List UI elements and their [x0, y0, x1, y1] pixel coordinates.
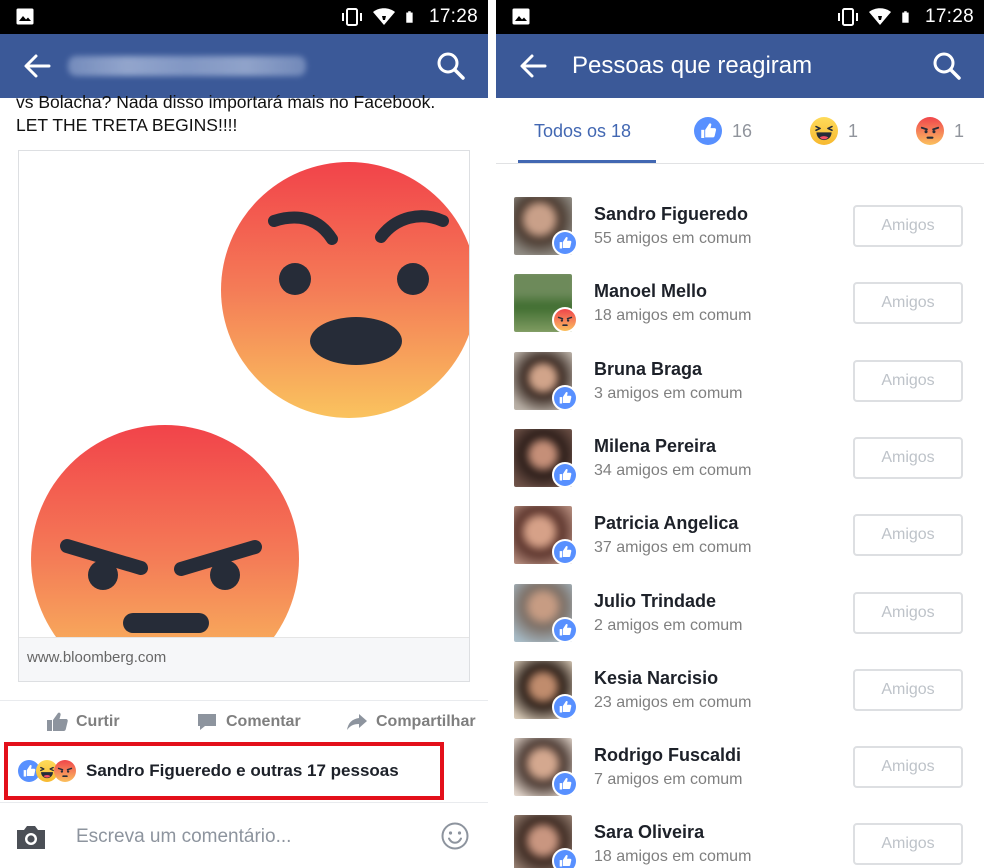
tab-haha[interactable]: 1: [810, 98, 858, 164]
person-row[interactable]: Patricia Angelica 37 amigos em comum Amigo…: [496, 473, 984, 566]
active-tab-indicator: [518, 160, 656, 163]
person-name[interactable]: Kesia Narcisio: [594, 668, 718, 689]
emoji-picker-icon[interactable]: [440, 821, 470, 851]
tab-all[interactable]: Todos os 18: [534, 98, 631, 164]
link-preview-card[interactable]: www.bloomberg.com: [18, 150, 470, 682]
angry-icon: [54, 760, 76, 782]
mutual-friends: 18 amigos em comum: [594, 848, 752, 866]
comment-label: Comentar: [226, 712, 301, 730]
post-text-line2: LET THE TRETA BEGINS!!!!: [16, 115, 238, 135]
battery-icon: [406, 11, 413, 23]
person-name[interactable]: Rodrigo Fuscaldi: [594, 745, 741, 766]
search-icon[interactable]: [932, 51, 962, 81]
status-bar: 17:28: [0, 0, 488, 34]
app-bar: [0, 34, 488, 98]
page-title: Pessoas que reagiram: [572, 52, 813, 79]
comment-button[interactable]: Comentar: [196, 712, 301, 732]
reaction-icons: [18, 760, 76, 782]
blurred-page-title: [68, 56, 306, 76]
tab-haha-count: 1: [848, 120, 859, 141]
link-domain: www.bloomberg.com: [27, 649, 167, 666]
like-label: Curtir: [76, 712, 120, 730]
back-arrow-icon[interactable]: [22, 52, 52, 80]
share-button[interactable]: Compartilhar: [346, 712, 476, 732]
status-bar: 17:28: [496, 0, 984, 34]
tab-angry[interactable]: 1: [916, 98, 964, 164]
post-screen: 17:28 vs Bolacha? Nada disso importará m…: [0, 0, 488, 868]
reaction-tabs: Todos os 18 16 1 1: [496, 98, 984, 164]
status-time: 17:28: [924, 6, 974, 27]
reactions-summary[interactable]: Sandro Figueredo e outras 17 pessoas: [4, 742, 444, 800]
reactions-screen: 17:28 Pessoas que reagiram Todos os 18 1…: [496, 0, 984, 868]
vibrate-icon: [341, 8, 362, 26]
post-text: vs Bolacha? Nada disso importará mais no…: [16, 92, 476, 138]
person-name[interactable]: Bruna Braga: [594, 359, 702, 380]
wifi-icon: [372, 8, 395, 25]
person-row[interactable]: Rodrigo Fuscaldi 7 amigos em comum Amigos: [496, 705, 984, 798]
share-icon: [347, 713, 367, 730]
tab-angry-count: 1: [954, 120, 965, 141]
gallery-notification-icon: [16, 8, 34, 25]
vibrate-icon: [837, 8, 858, 26]
like-icon: [552, 848, 578, 868]
friends-button[interactable]: Amigos: [853, 823, 963, 866]
haha-icon: [810, 117, 838, 145]
comment-input[interactable]: [76, 823, 416, 851]
person-row[interactable]: Julio Trindade 2 amigos em comum Amigos: [496, 551, 984, 643]
person-row[interactable]: Kesia Narcisio 23 amigos em comum Amigos: [496, 628, 984, 720]
angry-icon: [916, 117, 944, 145]
app-bar: Pessoas que reagiram: [496, 34, 984, 98]
comment-icon: [198, 713, 216, 730]
like-icon: [694, 117, 722, 145]
wifi-icon: [868, 8, 891, 25]
angry-emojis-image: [31, 162, 469, 637]
link-preview-image: [19, 151, 469, 637]
post-actions: Curtir Comentar Compartilhar: [0, 700, 488, 742]
person-row[interactable]: Bruna Braga 3 amigos em comum Amigos: [496, 319, 984, 411]
search-icon[interactable]: [436, 51, 466, 81]
person-name[interactable]: Manoel Mello: [594, 281, 707, 302]
tab-all-label: Todos os 18: [534, 120, 632, 141]
person-name[interactable]: Sandro Figueredo: [594, 204, 748, 225]
back-arrow-icon[interactable]: [518, 52, 548, 80]
battery-icon: [902, 11, 909, 23]
comment-composer: [0, 802, 488, 868]
person-name[interactable]: Milena Pereira: [594, 436, 716, 457]
reactions-summary-text: Sandro Figueredo e outras 17 pessoas: [86, 761, 399, 780]
tab-like[interactable]: 16: [694, 98, 752, 164]
person-row[interactable]: Sara Oliveira 18 amigos em comum Amigos: [496, 782, 984, 868]
camera-icon[interactable]: [14, 823, 48, 851]
person-name[interactable]: Sara Oliveira: [594, 822, 704, 843]
tab-like-count: 16: [732, 120, 753, 141]
person-row[interactable]: Manoel Mello 18 amigos em comum Amigos: [496, 241, 984, 334]
post-text-line1: vs Bolacha? Nada disso importará mais no…: [16, 92, 436, 112]
panel-divider: [488, 0, 496, 868]
person-name[interactable]: Julio Trindade: [594, 591, 716, 612]
gallery-notification-icon: [512, 8, 530, 25]
thumbs-up-icon: [47, 712, 68, 731]
person-row[interactable]: Milena Pereira 34 amigos em comum Amigos: [496, 396, 984, 488]
share-label: Compartilhar: [376, 712, 476, 730]
like-button[interactable]: Curtir: [46, 712, 120, 732]
person-name[interactable]: Patricia Angelica: [594, 513, 738, 534]
person-row[interactable]: Sandro Figueredo 55 amigos em comum Amigos: [496, 164, 984, 256]
status-time: 17:28: [428, 6, 478, 27]
